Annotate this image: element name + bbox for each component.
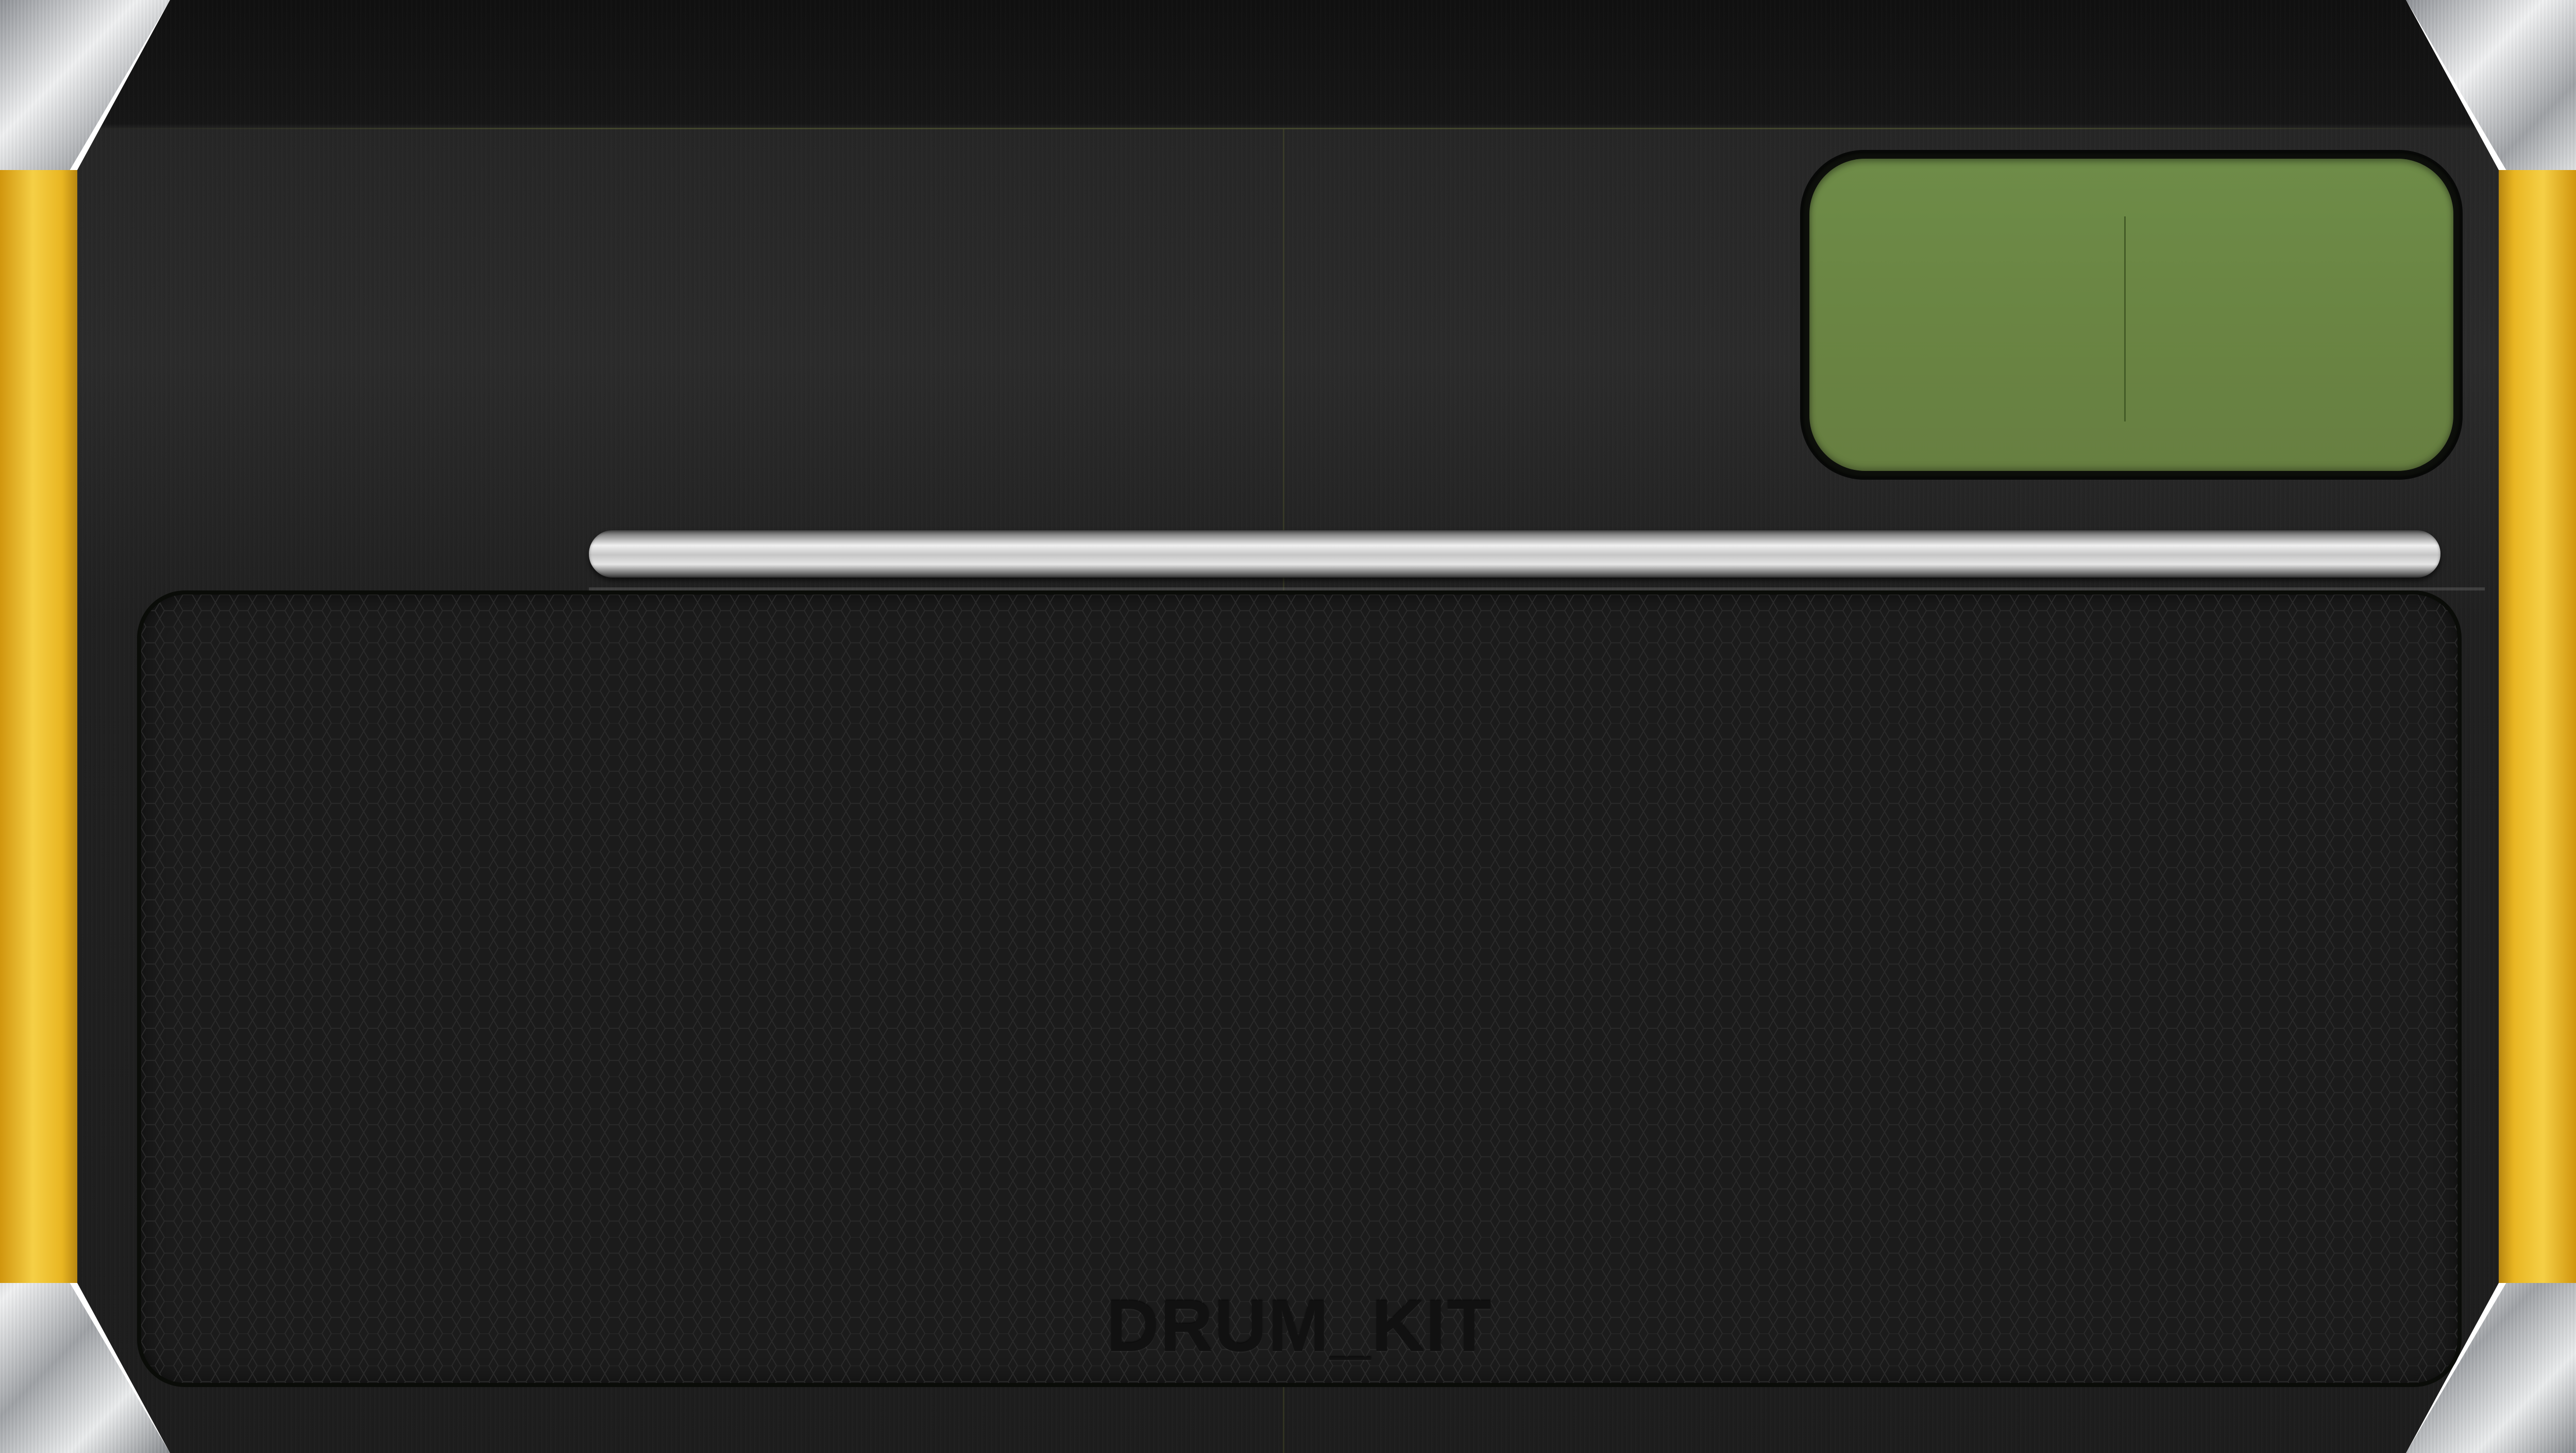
lcd-display[interactable] bbox=[1809, 159, 2453, 471]
slider-shadow bbox=[589, 587, 2485, 590]
lcd-divider bbox=[2124, 216, 2126, 421]
top-band-divider bbox=[77, 128, 2499, 129]
drum-pad-area[interactable]: DRUM_KIT bbox=[141, 595, 2458, 1383]
drum-machine-window: DRUM_KIT bbox=[0, 0, 2576, 1453]
position-slider[interactable] bbox=[589, 530, 2441, 578]
gold-side-rail-right bbox=[2494, 170, 2576, 1283]
hex-mesh-texture bbox=[141, 595, 2458, 1383]
drum-kit-label: DRUM_KIT bbox=[1106, 1285, 1493, 1367]
gold-side-rail-left bbox=[0, 170, 82, 1283]
